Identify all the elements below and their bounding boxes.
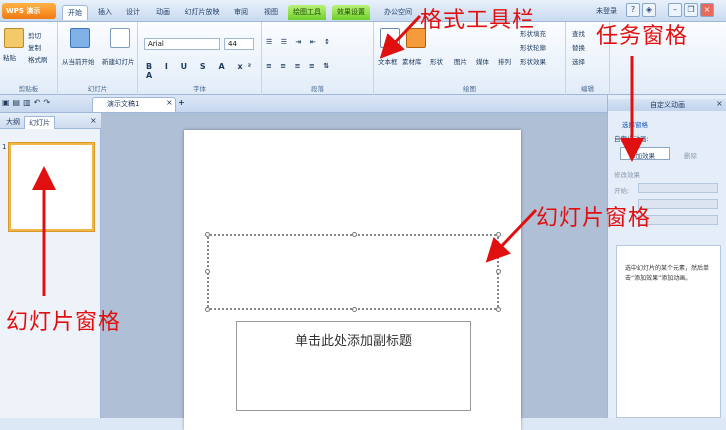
tab-insert[interactable]: 插入 [94, 5, 116, 20]
play-from-current-icon[interactable] [70, 28, 90, 48]
custom-animation-label: 自定义动画: [614, 135, 649, 143]
shape-button[interactable]: 形状 [430, 56, 443, 66]
tab-design[interactable]: 设计 [122, 5, 144, 20]
resize-handle[interactable] [496, 269, 501, 274]
from-current-button[interactable]: 从当前开始 [62, 56, 95, 66]
annotation-slide-pane-right: 幻灯片窗格 [536, 206, 652, 231]
animation-hint: 选中幻灯片的某个元素，然后单击“添加效果”添加动画。 [616, 245, 721, 418]
font-group: Arial 44 B I U S A x² A 字体 [138, 22, 262, 95]
new-doc-icon[interactable]: + [178, 98, 185, 107]
start-select[interactable] [638, 183, 718, 193]
tab-home[interactable]: 开始 [62, 5, 88, 20]
close-doc-icon[interactable]: × [166, 98, 173, 107]
modify-effect-label: 修改效果 [614, 171, 640, 179]
resize-handle[interactable] [496, 232, 501, 237]
wps-menu-button[interactable]: WPS 演示 [2, 3, 56, 19]
tab-view[interactable]: 视图 [260, 5, 282, 20]
slides-label: 幻灯片 [87, 85, 108, 93]
clipboard-label: 剪贴板 [18, 85, 39, 93]
start-label: 开始: [614, 187, 630, 195]
help-icon[interactable]: ? [626, 3, 640, 17]
slides-group: 从当前开始 新建幻灯片 幻灯片 [58, 22, 138, 95]
shape-outline-button[interactable]: 形状轮廓 [520, 42, 546, 52]
textbox-icon[interactable] [380, 28, 400, 48]
paragraph-label: 段落 [311, 85, 324, 93]
add-effect-button[interactable]: 添加效果 [620, 147, 670, 160]
list-buttons[interactable]: ☰ ☰ ⇥ ⇤ ↕ [266, 38, 333, 46]
drawing-label: 绘图 [463, 85, 476, 93]
paste-icon[interactable] [4, 28, 24, 48]
document-tab[interactable]: 演示文稿1 [92, 97, 176, 112]
tab-slides[interactable]: 幻灯片 [24, 116, 55, 129]
select-pane-link[interactable]: 选择窗格 [622, 119, 648, 129]
delete-button[interactable]: 删除 [684, 150, 697, 160]
media-button[interactable]: 媒体 [476, 56, 489, 66]
login-status[interactable]: 未登录 [596, 6, 617, 16]
paste-button[interactable]: 粘贴 [3, 52, 16, 62]
new-slide-button[interactable]: 新建幻灯片 [102, 56, 135, 66]
new-slide-icon[interactable] [110, 28, 130, 48]
resize-handle[interactable] [205, 232, 210, 237]
task-pane-title: 自定义动画 [608, 99, 726, 111]
slide-number: 1 [2, 143, 7, 151]
font-size-select[interactable]: 44 [224, 38, 254, 50]
title-placeholder[interactable] [205, 232, 501, 312]
arrange-button[interactable]: 排列 [498, 56, 511, 66]
format-painter-button[interactable]: 格式刷 [28, 54, 48, 64]
tab-review[interactable]: 审阅 [230, 5, 252, 20]
slide-editor: 单击此处添加副标题 [101, 113, 607, 430]
task-pane: 自定义动画 × 选择窗格 自定义动画: 添加效果 删除 修改效果 开始: 选中幻… [607, 95, 726, 418]
tab-slideshow[interactable]: 幻灯片放映 [182, 5, 222, 20]
resize-handle[interactable] [352, 232, 357, 237]
close-pane-icon[interactable]: × [90, 116, 97, 125]
slide-canvas[interactable]: 单击此处添加副标题 [184, 130, 521, 430]
copy-button[interactable]: 复制 [28, 42, 41, 52]
clipboard-group: 粘贴 剪切 复制 格式刷 剪贴板 [0, 22, 58, 95]
minimize-icon[interactable]: – [668, 3, 682, 17]
font-label: 字体 [193, 85, 206, 93]
cut-button[interactable]: 剪切 [28, 30, 41, 40]
subtitle-placeholder[interactable]: 单击此处添加副标题 [236, 321, 471, 411]
close-icon[interactable]: × [700, 3, 714, 17]
add-effect-label: 添加效果 [629, 152, 655, 160]
replace-button[interactable]: 替换 [572, 42, 585, 52]
paragraph-group: ☰ ☰ ⇥ ⇤ ↕ ≡ ≡ ≡ ≡ ⇅ 段落 [262, 22, 374, 95]
annotation-task-pane: 任务窗格 [596, 24, 689, 49]
subtitle-placeholder-text: 单击此处添加副标题 [294, 334, 412, 349]
slides-pane: 大纲 幻灯片 × 1 [0, 113, 101, 418]
annotation-slide-pane-left: 幻灯片窗格 [6, 310, 122, 335]
quick-access-toolbar[interactable]: ▣▤▥↶↷ [2, 98, 53, 107]
restore-icon[interactable]: ❐ [684, 3, 698, 17]
font-name-select[interactable]: Arial [144, 38, 220, 50]
skin-icon[interactable]: ◈ [642, 3, 656, 17]
resize-handle[interactable] [205, 269, 210, 274]
pane-tabs: 大纲 幻灯片 × [0, 113, 101, 129]
tab-effect-settings[interactable]: 效果设置 [332, 5, 370, 20]
resize-handle[interactable] [205, 307, 210, 312]
picture-button[interactable]: 图片 [454, 56, 467, 66]
align-buttons[interactable]: ≡ ≡ ≡ ≡ ⇅ [266, 62, 332, 70]
resize-handle[interactable] [496, 307, 501, 312]
tab-drawing-tools[interactable]: 绘图工具 [288, 5, 326, 20]
find-button[interactable]: 查找 [572, 28, 585, 38]
tab-outline[interactable]: 大纲 [2, 116, 24, 129]
resize-handle[interactable] [352, 307, 357, 312]
editing-label: 编辑 [581, 85, 594, 93]
textbox-button[interactable]: 文本框 [378, 56, 398, 66]
close-task-pane-icon[interactable]: × [716, 99, 723, 108]
font-format-buttons[interactable]: B I U S A x² A [146, 62, 261, 80]
shape-effect-button[interactable]: 形状效果 [520, 56, 546, 66]
tab-office-space[interactable]: 办公空间 [378, 5, 418, 20]
annotation-format-toolbar: 格式工具栏 [420, 8, 536, 33]
select-button[interactable]: 选择 [572, 56, 585, 66]
tab-animation[interactable]: 动画 [152, 5, 174, 20]
materials-button[interactable]: 素材库 [402, 56, 422, 66]
slide-thumbnail[interactable] [9, 143, 94, 231]
